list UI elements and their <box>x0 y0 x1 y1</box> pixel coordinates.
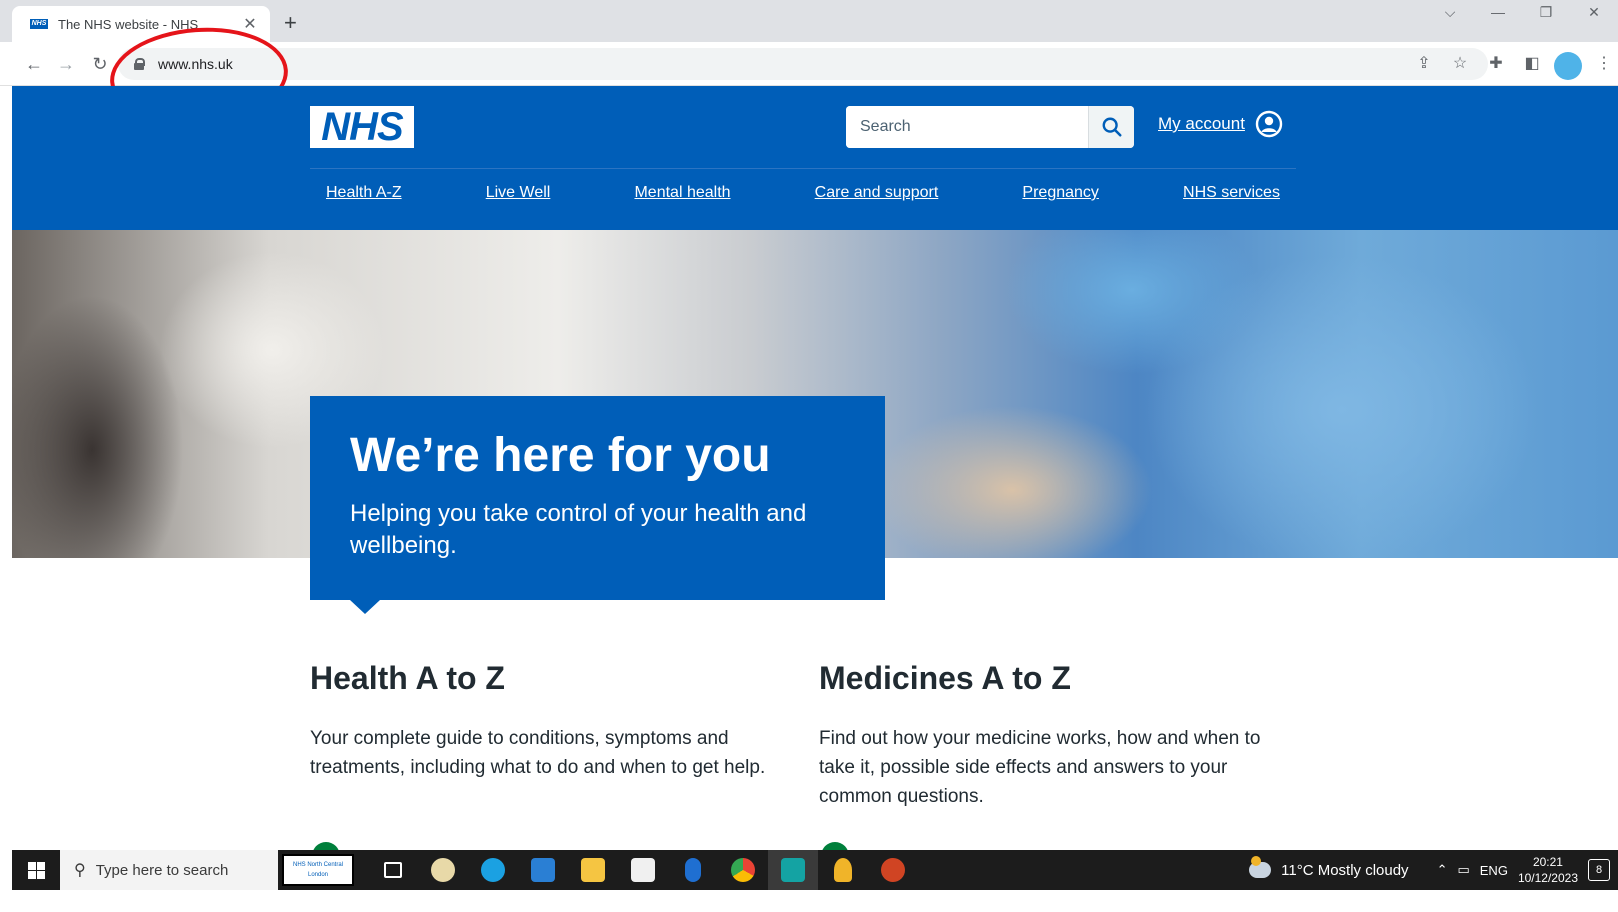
store-app-icon[interactable] <box>518 850 568 890</box>
address-bar[interactable]: www.nhs.uk <box>118 48 1488 80</box>
chevron-up-icon[interactable]: ⌃ <box>1437 862 1448 878</box>
medicines-a-z-card[interactable]: Medicines A to Z Find out how your medic… <box>819 658 1295 811</box>
site-header: NHS My account Health A-Z Live Well Ment <box>12 86 1618 230</box>
file-explorer-icon[interactable] <box>568 850 618 890</box>
forward-arrow-icon[interactable]: → <box>52 50 80 78</box>
taskbar-search[interactable]: ⚲ Type here to search <box>60 850 278 890</box>
taskbar-search-placeholder[interactable]: Type here to search <box>96 862 229 879</box>
hero-title: We’re here for you <box>350 429 771 482</box>
chrome-icon[interactable] <box>718 850 768 890</box>
search-icon <box>1102 117 1122 137</box>
nav-health-a-z[interactable]: Health A-Z <box>326 184 402 202</box>
clock-date: 10/12/2023 <box>1517 871 1578 885</box>
minimize-button[interactable]: — <box>1474 4 1522 21</box>
my-account-label[interactable]: My account <box>1158 114 1245 134</box>
hero-subtitle: Helping you take control of your health … <box>350 500 807 559</box>
browser-tab[interactable]: NHS The NHS website - NHS ✕ <box>12 6 270 42</box>
card-title[interactable]: Medicines A to Z <box>819 658 1295 698</box>
side-panel-icon[interactable]: ◧ <box>1518 50 1546 78</box>
windows-logo-icon <box>27 861 45 879</box>
taskbar-apps <box>368 850 918 890</box>
weather-cloudy-icon[interactable] <box>1249 856 1272 878</box>
restore-button[interactable]: ❐ <box>1522 4 1570 21</box>
nav-pregnancy[interactable]: Pregnancy <box>1022 184 1099 202</box>
close-tab-icon[interactable]: ✕ <box>242 14 258 34</box>
windows-taskbar: ⚲ Type here to search NHS North Central … <box>12 850 1618 890</box>
window-controls: ⌵ — ❐ ✕ <box>1426 4 1618 21</box>
share-icon[interactable]: ⇪ <box>1410 50 1438 78</box>
nav-care-and-support[interactable]: Care and support <box>815 184 939 202</box>
tab-search-icon[interactable]: ⌵ <box>1426 4 1474 21</box>
primary-navigation: Health A-Z Live Well Mental health Care … <box>310 184 1296 202</box>
clock-time: 20:21 <box>1532 855 1563 869</box>
notifications-icon[interactable]: 8 <box>1588 859 1610 881</box>
toolbar-actions: ⇪ ☆ ✚ ◧ ⋮ <box>1410 50 1618 80</box>
close-window-button[interactable]: ✕ <box>1570 4 1618 21</box>
my-account-link[interactable]: My account <box>1158 110 1283 138</box>
nhs-logo[interactable]: NHS <box>310 106 414 148</box>
search-icon: ⚲ <box>74 862 86 879</box>
weather-text[interactable]: 11°C Mostly cloudy <box>1281 862 1408 879</box>
profile-avatar[interactable] <box>1554 52 1582 80</box>
card-description: Find out how your medicine works, how an… <box>819 728 1261 807</box>
paint-app-icon[interactable] <box>418 850 468 890</box>
bluetooth-icon[interactable] <box>668 850 718 890</box>
browser-tab-strip: NHS The NHS website - NHS ✕ + ⌵ — ❐ ✕ <box>0 0 1618 42</box>
lock-icon[interactable] <box>134 58 145 70</box>
tab-title: The NHS website - NHS <box>58 16 199 32</box>
reload-icon[interactable]: ↻ <box>86 50 114 78</box>
nav-live-well[interactable]: Live Well <box>486 184 551 202</box>
nhs-ncl-pinned-app[interactable]: NHS North Central London <box>282 854 354 886</box>
hero-panel: We’re here for you Helping you take cont… <box>310 396 885 614</box>
edge-browser-icon[interactable] <box>468 850 518 890</box>
health-a-z-card[interactable]: Health A to Z Your complete guide to con… <box>310 658 786 782</box>
more-menu-icon[interactable]: ⋮ <box>1590 50 1618 78</box>
new-tab-button[interactable]: + <box>284 10 297 36</box>
card-title[interactable]: Health A to Z <box>310 658 786 698</box>
header-divider <box>310 168 1296 169</box>
extensions-icon[interactable]: ✚ <box>1482 50 1510 78</box>
start-button[interactable] <box>12 850 60 890</box>
card-description: Your complete guide to conditions, sympt… <box>310 728 766 778</box>
system-tray: 11°C Mostly cloudy ⌃ ▭ ENG 20:21 10/12/2… <box>1249 850 1618 890</box>
search-button[interactable] <box>1088 106 1134 148</box>
webpage: NHS My account Health A-Z Live Well Ment <box>12 86 1618 876</box>
remote-app-icon[interactable] <box>768 850 818 890</box>
user-account-icon <box>1255 110 1283 138</box>
key-app-icon[interactable] <box>818 850 868 890</box>
keyboard-icon[interactable]: ▭ <box>1457 862 1469 878</box>
search-form <box>846 106 1134 148</box>
nhs-favicon-icon: NHS <box>30 19 48 29</box>
url-text[interactable]: www.nhs.uk <box>158 56 233 72</box>
powerpoint-icon[interactable] <box>868 850 918 890</box>
microsoft-store-icon[interactable] <box>618 850 668 890</box>
back-arrow-icon[interactable]: ← <box>20 50 48 78</box>
nav-mental-health[interactable]: Mental health <box>634 184 730 202</box>
nav-nhs-services[interactable]: NHS services <box>1183 184 1280 202</box>
language-indicator[interactable]: ENG <box>1480 863 1508 878</box>
clock[interactable]: 20:21 10/12/2023 <box>1518 854 1578 886</box>
browser-toolbar: ← → ↻ www.nhs.uk ⇪ ☆ ✚ ◧ ⋮ <box>0 42 1618 86</box>
bookmark-star-icon[interactable]: ☆ <box>1446 50 1474 78</box>
search-input[interactable] <box>846 106 1088 148</box>
task-view-button[interactable] <box>368 850 418 890</box>
